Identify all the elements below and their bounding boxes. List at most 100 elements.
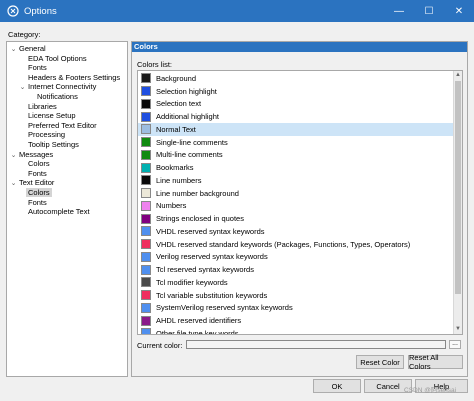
tree-item-general[interactable]: ⌄ General <box>10 44 48 54</box>
maximize-button[interactable]: ☐ <box>414 0 444 22</box>
color-list-item[interactable]: Line number background <box>138 187 454 200</box>
watermark: CSDN @阿sensai <box>404 387 457 394</box>
color-swatch <box>141 277 151 288</box>
color-item-label: Bookmarks <box>156 163 194 172</box>
color-list-item[interactable]: Background <box>138 72 454 85</box>
category-tree[interactable]: ⌄ General EDA Tool Options Fonts Headers & F… <box>6 41 128 377</box>
tree-item-preferred-text-editor[interactable]: Preferred Text Editor <box>26 121 99 131</box>
color-list-item[interactable]: Single-line comments <box>138 136 454 149</box>
color-list-item[interactable]: Tcl modifier keywords <box>138 276 454 289</box>
color-swatch <box>141 264 151 275</box>
tree-item-label: Preferred Text Editor <box>28 120 97 130</box>
browse-color-button[interactable]: ... <box>449 340 461 349</box>
vertical-scrollbar[interactable]: ▲ ▼ <box>453 71 462 334</box>
scroll-up-arrow-icon[interactable]: ▲ <box>454 71 462 80</box>
color-list-item[interactable]: Additional highlight <box>138 110 454 123</box>
tree-item-colors[interactable]: Colors <box>26 188 52 198</box>
tree-item-fonts[interactable]: Fonts <box>26 169 49 179</box>
tree-item-label: Headers & Footers Settings <box>28 72 121 82</box>
color-swatch <box>141 188 151 198</box>
tree-collapse-icon[interactable]: ⌄ <box>19 83 26 93</box>
color-swatch <box>141 162 151 173</box>
color-item-label: Strings enclosed in quotes <box>156 214 244 223</box>
color-list-item[interactable]: VHDL reserved standard keywords (Package… <box>138 238 454 251</box>
tree-item-headers-footers-settings[interactable]: Headers & Footers Settings <box>26 73 122 83</box>
color-item-label: Line numbers <box>156 175 202 185</box>
color-item-label: Multi-line comments <box>156 150 223 160</box>
tree-item-label: License Setup <box>28 111 76 121</box>
color-list-item[interactable]: AHDL reserved identifiers <box>138 314 454 327</box>
panel-header: Colors <box>132 42 467 52</box>
color-item-label: Additional highlight <box>156 112 219 121</box>
color-list-item[interactable]: Normal Text <box>138 123 454 136</box>
color-item-label: Normal Text <box>156 124 196 134</box>
color-list-item[interactable]: Strings enclosed in quotes <box>138 212 454 225</box>
tree-item-label: EDA Tool Options <box>28 53 87 63</box>
tree-item-libraries[interactable]: Libraries <box>26 102 59 112</box>
color-swatch <box>141 251 151 262</box>
color-swatch <box>141 302 151 313</box>
scroll-down-arrow-icon[interactable]: ▼ <box>454 325 462 334</box>
color-item-label: Numbers <box>156 201 187 211</box>
tree-item-colors[interactable]: Colors <box>26 159 52 169</box>
color-list-item[interactable]: Selection text <box>138 98 454 111</box>
tree-item-label: Internet Connectivity <box>28 82 97 92</box>
title-bar: Options — ☐ ✕ <box>0 0 474 22</box>
color-list-item[interactable]: SystemVerilog reserved syntax keywords <box>138 302 454 315</box>
tree-item-tooltip-settings[interactable]: Tooltip Settings <box>26 140 81 150</box>
app-icon <box>6 4 20 18</box>
tree-item-notifications[interactable]: Notifications <box>35 92 80 102</box>
tree-item-fonts[interactable]: Fonts <box>26 198 49 208</box>
reset-all-colors-button[interactable]: Reset All Colors <box>408 353 463 371</box>
tree-collapse-icon[interactable]: ⌄ <box>10 45 17 55</box>
tree-item-eda-tool-options[interactable]: EDA Tool Options <box>26 54 89 64</box>
current-color-field[interactable] <box>186 340 446 349</box>
tree-item-label: Messages <box>19 149 54 159</box>
color-list-item[interactable]: Bookmarks <box>138 161 454 174</box>
tree-item-label: Fonts <box>28 197 47 207</box>
tree-item-autocomplete-text[interactable]: Autocomplete Text <box>26 207 92 217</box>
current-color-label: Current color: <box>137 341 183 350</box>
color-swatch <box>141 149 151 160</box>
color-list-item[interactable]: Line numbers <box>138 174 454 187</box>
color-item-label: Selection text <box>156 99 202 109</box>
tree-item-fonts[interactable]: Fonts <box>26 63 49 73</box>
color-swatch <box>141 98 151 109</box>
color-item-label: Line number background <box>156 188 239 198</box>
color-swatch <box>141 86 151 96</box>
ok-button[interactable]: OK <box>313 379 361 393</box>
color-item-label: Background <box>156 73 197 83</box>
tree-item-messages[interactable]: ⌄ Messages <box>10 150 55 160</box>
color-item-label: Single-line comments <box>156 137 228 147</box>
color-list-item[interactable]: Numbers <box>138 200 454 213</box>
color-list-item[interactable]: Multi-line comments <box>138 149 454 162</box>
category-label: Category: <box>8 30 41 39</box>
color-list-item[interactable]: Tcl variable substitution keywords <box>138 289 454 302</box>
tree-item-label: Tooltip Settings <box>28 140 79 149</box>
tree-item-internet-connectivity[interactable]: ⌄ Internet Connectivity <box>19 82 98 92</box>
color-list-item[interactable]: Tcl reserved syntax keywords <box>138 263 454 276</box>
color-list-item[interactable]: Selection highlight <box>138 85 454 98</box>
tree-collapse-icon[interactable]: ⌄ <box>10 179 17 189</box>
window-title: Options <box>24 5 57 17</box>
color-item-label: Verilog reserved syntax keywords <box>156 252 268 262</box>
color-swatch <box>141 111 151 122</box>
color-list-item[interactable]: VHDL reserved syntax keywords <box>138 225 454 238</box>
color-item-label: SystemVerilog reserved syntax keywords <box>156 303 293 313</box>
tree-item-license-setup[interactable]: License Setup <box>26 111 78 121</box>
color-swatch <box>141 239 151 249</box>
minimize-button[interactable]: — <box>384 0 414 22</box>
color-list-item[interactable]: Verilog reserved syntax keywords <box>138 251 454 264</box>
reset-color-button[interactable]: Reset Color <box>356 355 404 369</box>
color-swatch <box>141 175 151 186</box>
color-item-label: Other file type key words <box>156 328 239 334</box>
tree-item-processing[interactable]: Processing <box>26 130 67 140</box>
color-list-item[interactable]: Other file type key words <box>138 327 454 334</box>
tree-collapse-icon[interactable]: ⌄ <box>10 151 17 161</box>
colors-list[interactable]: Background Selection highlight Selection t… <box>137 70 463 335</box>
color-swatch <box>141 124 151 135</box>
close-button[interactable]: ✕ <box>444 0 474 22</box>
tree-item-text-editor[interactable]: ⌄ Text Editor <box>10 178 56 188</box>
color-swatch <box>141 213 151 224</box>
scroll-thumb[interactable] <box>455 81 461 294</box>
